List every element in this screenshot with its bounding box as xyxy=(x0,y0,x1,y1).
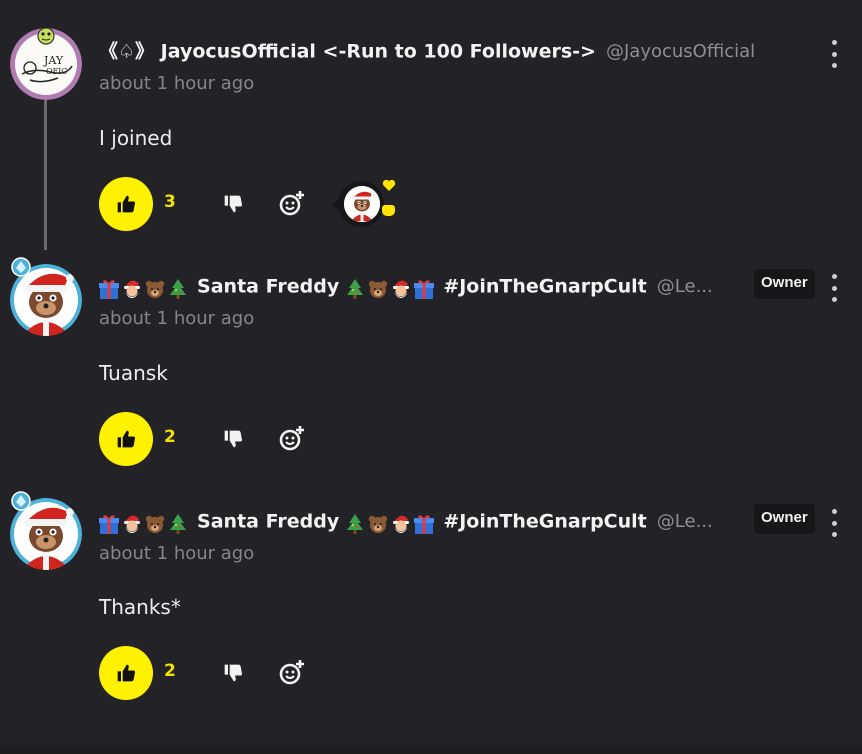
svg-text:JAY: JAY xyxy=(43,54,64,67)
add-reaction-icon xyxy=(279,660,304,685)
comment-timestamp: about 1 hour ago xyxy=(99,543,255,564)
christmas-tree-icon xyxy=(347,514,364,534)
like-button[interactable] xyxy=(99,177,153,231)
author-handle[interactable]: @Le... xyxy=(657,511,713,532)
reaction-user-bubble[interactable] xyxy=(332,179,400,229)
thumbs-down-icon xyxy=(224,430,243,448)
author-name[interactable]: Santa Freddy xyxy=(197,511,339,533)
thread-connector-line xyxy=(44,100,47,250)
gift-icon xyxy=(414,515,435,534)
comment-actions: 2 xyxy=(99,412,499,466)
comment-body: I joined xyxy=(99,126,173,150)
like-button[interactable] xyxy=(99,412,153,466)
comment-timestamp: about 1 hour ago xyxy=(99,308,255,329)
christmas-tree-icon xyxy=(170,279,186,299)
thumbs-down-icon xyxy=(224,195,243,213)
author-handle[interactable]: @JayocusOfficial xyxy=(606,41,755,62)
badge-icon xyxy=(11,257,31,277)
dislike-button[interactable] xyxy=(219,425,247,453)
author-name-suffix[interactable]: #JoinTheGnarpCult xyxy=(443,511,646,533)
dislike-button[interactable] xyxy=(219,659,247,687)
santa-icon xyxy=(393,280,410,298)
jayocus-avatar-icon[interactable]: JAY OFIC xyxy=(10,28,82,100)
owner-badge: Owner xyxy=(754,269,815,299)
author-name[interactable]: 《♤》 JayocusOfficial <-Run to 100 Followe… xyxy=(99,41,596,63)
like-count: 3 xyxy=(164,192,176,212)
gift-icon xyxy=(99,515,119,534)
name-emoji-suffix xyxy=(345,511,437,534)
santa-icon xyxy=(124,280,140,298)
add-reaction-button[interactable] xyxy=(277,423,307,453)
bear-icon xyxy=(369,280,388,298)
author-handle[interactable]: @Le... xyxy=(657,276,713,297)
comment-header: Santa Freddy #JoinTheGnarpCult @Le... xyxy=(99,508,766,534)
comment-body: Tuansk xyxy=(99,361,168,385)
name-emoji-suffix xyxy=(345,276,437,299)
gift-icon xyxy=(414,280,435,299)
bear-icon xyxy=(369,515,388,533)
gift-icon xyxy=(99,280,119,299)
thumbs-down-icon xyxy=(224,664,243,682)
comment-actions: 2 xyxy=(99,646,499,700)
bottom-divider xyxy=(0,745,862,754)
svg-text:OFIC: OFIC xyxy=(46,67,67,76)
christmas-tree-icon xyxy=(170,514,186,534)
comment-body: Thanks* xyxy=(99,595,181,619)
reaction-indicator xyxy=(382,205,395,216)
heart-icon xyxy=(382,179,396,191)
more-vertical-icon[interactable] xyxy=(826,40,842,68)
more-vertical-icon[interactable] xyxy=(826,274,842,302)
author-name[interactable]: Santa Freddy xyxy=(197,276,339,298)
like-count: 2 xyxy=(164,661,176,681)
name-emoji-prefix xyxy=(99,511,191,534)
comment-timestamp: about 1 hour ago xyxy=(99,73,255,94)
add-reaction-icon xyxy=(279,426,304,451)
like-button[interactable] xyxy=(99,646,153,700)
thumbs-up-icon xyxy=(117,430,136,448)
badge-icon xyxy=(11,491,31,511)
more-vertical-icon[interactable] xyxy=(826,509,842,537)
add-reaction-button[interactable] xyxy=(277,657,307,687)
thumbs-up-icon xyxy=(117,664,136,682)
santa-icon xyxy=(393,515,410,533)
comment-thread: JAY OFIC 《♤》 JayocusOfficial <-Run to 10… xyxy=(0,0,862,754)
name-emoji-prefix xyxy=(99,276,191,299)
add-reaction-button[interactable] xyxy=(277,188,307,218)
dislike-button[interactable] xyxy=(219,190,247,218)
comment-header: 《♤》 JayocusOfficial <-Run to 100 Followe… xyxy=(99,38,766,64)
santa-freddy-avatar-icon xyxy=(344,186,380,222)
comment-header: Santa Freddy #JoinTheGnarpCult @Le... xyxy=(99,273,766,299)
thumbs-up-icon xyxy=(117,195,136,213)
christmas-tree-icon xyxy=(347,279,364,299)
owner-badge: Owner xyxy=(754,504,815,534)
comment-actions: 3 xyxy=(99,177,499,231)
author-name-suffix[interactable]: #JoinTheGnarpCult xyxy=(443,276,646,298)
bear-icon xyxy=(145,515,165,533)
bear-icon xyxy=(145,280,165,298)
like-count: 2 xyxy=(164,427,176,447)
santa-icon xyxy=(124,515,140,533)
add-reaction-icon xyxy=(279,191,304,216)
